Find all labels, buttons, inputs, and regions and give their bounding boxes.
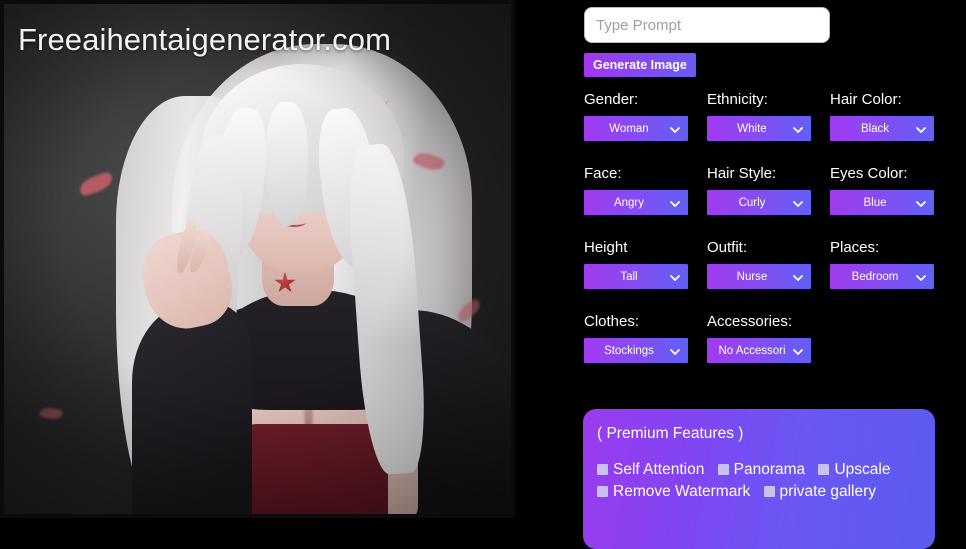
- places-select[interactable]: BedroomBeachOfficeKitchenForestPool: [830, 264, 934, 289]
- feature-upscale[interactable]: Upscale: [818, 461, 890, 478]
- feature-self-attention[interactable]: Self Attention: [597, 461, 704, 478]
- premium-features-title: ( Premium Features ): [597, 425, 744, 442]
- field-label: Eyes Color:: [830, 165, 908, 182]
- select-wrap[interactable]: BlueGreenBrownRedPurpleBlack: [830, 190, 934, 215]
- checkbox-icon[interactable]: [717, 464, 729, 475]
- hair-style-select[interactable]: CurlyStraightWavyPonytailBraidsBun: [707, 190, 811, 215]
- feature-label: Remove Watermark: [613, 483, 751, 500]
- field-height: Height TallShortAverage: [584, 239, 688, 289]
- select-wrap[interactable]: BlackBlondeBrunetteRedPinkWhiteBlue: [830, 116, 934, 141]
- checkbox-icon[interactable]: [763, 486, 775, 497]
- checkbox-icon[interactable]: [597, 464, 608, 475]
- feature-label: private gallery: [779, 483, 877, 500]
- generated-image: Freeaihentaigenerator.com: [4, 4, 511, 514]
- field-label: Ethnicity:: [707, 91, 768, 108]
- feature-label: Self Attention: [613, 461, 705, 478]
- field-places: Places: BedroomBeachOfficeKitchenForestP…: [830, 239, 934, 289]
- ethnicity-select[interactable]: WhiteAsianBlackLatinaArabIndian: [707, 116, 811, 141]
- generated-image-panel[interactable]: Freeaihentaigenerator.com: [0, 0, 515, 518]
- select-wrap[interactable]: StockingsLingerieDressSkirtJeansSwimsuit: [584, 338, 688, 363]
- watermark-text: Freeaihentaigenerator.com: [18, 22, 392, 57]
- image-vignette: [4, 4, 511, 514]
- field-eyes-color: Eyes Color: BlueGreenBrownRedPurpleBlack: [830, 165, 934, 215]
- select-wrap[interactable]: TallShortAverage: [584, 264, 688, 289]
- select-wrap[interactable]: NurseMaidTeacherPoliceSchoolgirlBikini: [707, 264, 811, 289]
- field-hair-color: Hair Color: BlackBlondeBrunetteRedPinkWh…: [830, 91, 934, 141]
- feature-panorama[interactable]: Panorama: [717, 461, 806, 478]
- premium-feature-row-1: Self Attention Panorama Upscale: [597, 459, 921, 481]
- generate-image-button[interactable]: Generate Image: [584, 53, 696, 77]
- gender-select[interactable]: WomanManShemale: [584, 116, 688, 141]
- field-clothes: Clothes: StockingsLingerieDressSkirtJean…: [584, 313, 688, 363]
- field-label: Outfit:: [707, 239, 748, 256]
- clothes-select[interactable]: StockingsLingerieDressSkirtJeansSwimsuit: [584, 338, 688, 363]
- field-hair-style: Hair Style: CurlyStraightWavyPonytailBra…: [707, 165, 811, 215]
- checkbox-icon[interactable]: [818, 464, 830, 475]
- field-label: Places:: [830, 239, 880, 256]
- controls-pane: Generate Image Gender: WomanManShemale E…: [578, 0, 966, 549]
- eyes-color-select[interactable]: BlueGreenBrownRedPurpleBlack: [830, 190, 934, 215]
- premium-feature-row-2: Remove Watermark private gallery: [597, 481, 921, 503]
- select-wrap[interactable]: No AccessoriNo AccessoriesGlassesEarring…: [707, 338, 811, 363]
- feature-label: Upscale: [834, 461, 891, 478]
- field-label: Hair Style:: [707, 165, 777, 182]
- premium-features-panel: ( Premium Features ) Self Attention Pano…: [583, 409, 935, 549]
- field-label: Height: [584, 239, 628, 256]
- feature-label: Panorama: [733, 461, 806, 478]
- select-wrap[interactable]: AngryHappySadSmilingShySeductive: [584, 190, 688, 215]
- field-accessories: Accessories: No AccessoriNo AccessoriesG…: [707, 313, 811, 363]
- feature-private-gallery[interactable]: private gallery: [763, 483, 877, 500]
- field-label: Clothes:: [584, 313, 640, 330]
- outfit-select[interactable]: NurseMaidTeacherPoliceSchoolgirlBikini: [707, 264, 811, 289]
- prompt-input[interactable]: [584, 7, 830, 43]
- field-face: Face: AngryHappySadSmilingShySeductive: [584, 165, 688, 215]
- field-label: Hair Color:: [830, 91, 902, 108]
- field-label: Face:: [584, 165, 622, 182]
- select-wrap[interactable]: WhiteAsianBlackLatinaArabIndian: [707, 116, 811, 141]
- face-select[interactable]: AngryHappySadSmilingShySeductive: [584, 190, 688, 215]
- select-wrap[interactable]: CurlyStraightWavyPonytailBraidsBun: [707, 190, 811, 215]
- field-outfit: Outfit: NurseMaidTeacherPoliceSchoolgirl…: [707, 239, 811, 289]
- accessories-select[interactable]: No AccessoriNo AccessoriesGlassesEarring…: [707, 338, 811, 363]
- hair-color-select[interactable]: BlackBlondeBrunetteRedPinkWhiteBlue: [830, 116, 934, 141]
- height-select[interactable]: TallShortAverage: [584, 264, 688, 289]
- feature-remove-watermark[interactable]: Remove Watermark: [597, 483, 750, 500]
- field-label: Gender:: [584, 91, 639, 108]
- field-ethnicity: Ethnicity: WhiteAsianBlackLatinaArabIndi…: [707, 91, 811, 141]
- select-wrap[interactable]: WomanManShemale: [584, 116, 688, 141]
- checkbox-icon[interactable]: [597, 486, 608, 497]
- field-gender: Gender: WomanManShemale: [584, 91, 688, 141]
- field-label: Accessories:: [707, 313, 793, 330]
- select-wrap[interactable]: BedroomBeachOfficeKitchenForestPool: [830, 264, 934, 289]
